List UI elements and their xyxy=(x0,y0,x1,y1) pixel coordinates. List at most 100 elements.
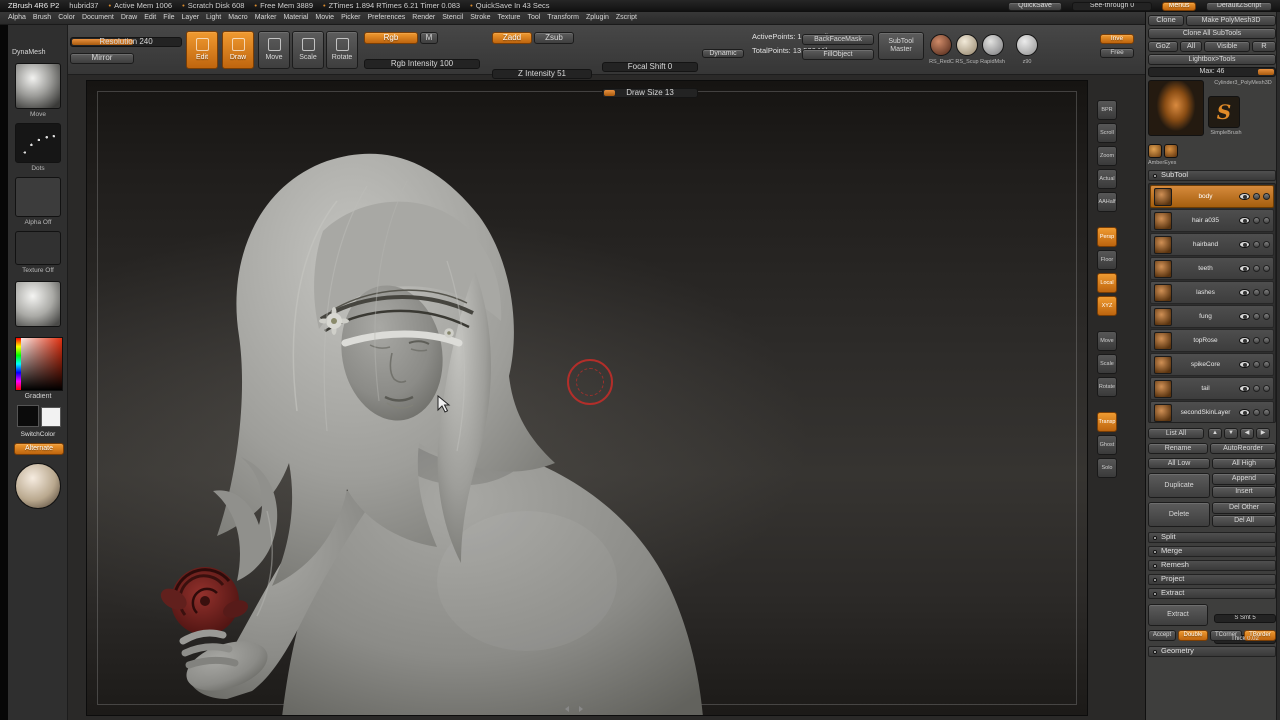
polypaint-icon[interactable] xyxy=(1253,289,1260,296)
s-smt-slider[interactable]: S Smt 5 xyxy=(1214,614,1276,623)
menu-item[interactable]: Material xyxy=(283,14,308,22)
extract-section-header[interactable]: Extract xyxy=(1148,588,1276,599)
subtool-arrow-button[interactable]: ▲ xyxy=(1208,428,1222,439)
zsub-button[interactable]: Zsub xyxy=(534,32,574,44)
subtool-options-icon[interactable] xyxy=(1263,265,1270,272)
lightbox-tools-button[interactable]: Lightbox>Tools xyxy=(1148,54,1276,65)
subtool-row[interactable]: tail xyxy=(1150,377,1274,400)
material-sphere-cream[interactable] xyxy=(956,34,978,56)
visibility-eye-icon[interactable] xyxy=(1239,193,1250,200)
goz-button[interactable]: GoZ xyxy=(1148,41,1178,52)
right-shelf-button[interactable]: Actual xyxy=(1097,169,1117,189)
subtool-options-icon[interactable] xyxy=(1263,193,1270,200)
menu-item[interactable]: Texture xyxy=(497,14,520,22)
subtool-row[interactable]: teeth xyxy=(1150,257,1274,280)
material-sphere-gray[interactable] xyxy=(982,34,1004,56)
polypaint-icon[interactable] xyxy=(1253,409,1260,416)
all-high-button[interactable]: All High xyxy=(1212,458,1276,469)
menu-item[interactable]: Layer xyxy=(182,14,200,22)
subtool-row[interactable]: spikeCore xyxy=(1150,353,1274,376)
inverse-button[interactable]: Inve xyxy=(1100,34,1134,44)
menu-item[interactable]: Color xyxy=(58,14,75,22)
subtool-row[interactable]: hair a035 xyxy=(1150,209,1274,232)
polypaint-icon[interactable] xyxy=(1253,217,1260,224)
texture-thumbnail[interactable] xyxy=(15,231,61,265)
menu-item[interactable]: Render xyxy=(412,14,435,22)
right-shelf-button[interactable]: AAHalf xyxy=(1097,192,1117,212)
menu-item[interactable]: Picker xyxy=(341,14,360,22)
current-tool-thumbnail[interactable] xyxy=(1148,80,1204,136)
subtool-section-header[interactable]: SubTool xyxy=(1148,170,1276,181)
resolution-slider[interactable]: Resolution 240 xyxy=(70,37,182,47)
brush-thumbnail[interactable] xyxy=(15,63,61,109)
remesh-section-header[interactable]: Remesh xyxy=(1148,560,1276,571)
project-section-header[interactable]: Project xyxy=(1148,574,1276,585)
zadd-button[interactable]: Zadd xyxy=(492,32,532,44)
polypaint-icon[interactable] xyxy=(1253,313,1260,320)
duplicate-button[interactable]: Duplicate xyxy=(1148,473,1210,498)
all-low-button[interactable]: All Low xyxy=(1148,458,1210,469)
rgb-button[interactable]: Rgb xyxy=(364,32,418,44)
goz-r-button[interactable]: R xyxy=(1252,41,1276,52)
material-sphere-z90[interactable] xyxy=(1016,34,1038,56)
goz-visible-button[interactable]: Visible xyxy=(1204,41,1250,52)
right-shelf-button[interactable]: Solo xyxy=(1097,458,1117,478)
zbrush-s-logo-thumbnail[interactable]: S xyxy=(1208,96,1240,128)
insert-button[interactable]: Insert xyxy=(1212,486,1276,498)
right-shelf-button[interactable]: Scale xyxy=(1097,354,1117,374)
z-intensity-slider[interactable]: Z Intensity 51 xyxy=(492,69,592,79)
visibility-eye-icon[interactable] xyxy=(1239,385,1250,392)
append-button[interactable]: Append xyxy=(1212,473,1276,485)
rename-button[interactable]: Rename xyxy=(1148,443,1208,454)
dynamic-button[interactable]: Dynamic xyxy=(702,49,744,58)
visibility-eye-icon[interactable] xyxy=(1239,265,1250,272)
menu-item[interactable]: Draw xyxy=(121,14,137,22)
menu-item[interactable]: Edit xyxy=(144,14,156,22)
autoreorder-button[interactable]: AutoReorder xyxy=(1210,443,1276,454)
backfacemask-button[interactable]: BackFaceMask xyxy=(802,34,874,45)
right-shelf-button[interactable]: Persp xyxy=(1097,227,1117,247)
right-shelf-button[interactable]: Transp xyxy=(1097,412,1117,432)
switchcolor-label[interactable]: SwitchColor xyxy=(10,431,66,438)
alpha-thumbnail[interactable] xyxy=(15,177,61,217)
focal-shift-slider[interactable]: Focal Shift 0 xyxy=(602,62,698,72)
visibility-eye-icon[interactable] xyxy=(1239,409,1250,416)
draw-size-slider[interactable]: Draw Size 13 xyxy=(602,88,698,98)
split-section-header[interactable]: Split xyxy=(1148,532,1276,543)
subtool-row[interactable]: body xyxy=(1150,185,1274,208)
color-picker[interactable] xyxy=(15,337,63,391)
secondary-color-swatch[interactable] xyxy=(41,407,61,427)
menu-item[interactable]: Light xyxy=(206,14,221,22)
delete-button[interactable]: Delete xyxy=(1148,502,1210,527)
subtool-row[interactable]: topRose xyxy=(1150,329,1274,352)
subtool-master-button[interactable]: SubToolMaster xyxy=(878,32,924,60)
subtool-options-icon[interactable] xyxy=(1263,409,1270,416)
polypaint-icon[interactable] xyxy=(1253,193,1260,200)
right-shelf-button[interactable]: Scroll xyxy=(1097,123,1117,143)
see-through-slider[interactable]: See-through 0 xyxy=(1072,2,1152,11)
material-thumbnail[interactable] xyxy=(15,281,61,327)
fillobject-button[interactable]: FillObject xyxy=(802,49,874,60)
list-all-button[interactable]: List All xyxy=(1148,428,1204,439)
accept-button[interactable]: Accept xyxy=(1148,630,1176,641)
subtool-options-icon[interactable] xyxy=(1263,385,1270,392)
move-button[interactable]: Move xyxy=(258,31,290,69)
menu-item[interactable]: Tool xyxy=(527,14,540,22)
canvas-bottom-scroller[interactable] xyxy=(553,705,595,712)
mirror-button[interactable]: Mirror xyxy=(70,53,134,64)
rgb-intensity-slider[interactable]: Rgb Intensity 100 xyxy=(364,59,480,69)
polypaint-icon[interactable] xyxy=(1253,385,1260,392)
scale-button[interactable]: Scale xyxy=(292,31,324,69)
menu-item[interactable]: Stroke xyxy=(470,14,490,22)
visibility-eye-icon[interactable] xyxy=(1239,241,1250,248)
panel-scrollbar[interactable] xyxy=(1276,12,1280,720)
freeze-button[interactable]: Free xyxy=(1100,48,1134,58)
make-polymesh3d-button[interactable]: Make PolyMesh3D xyxy=(1186,15,1276,26)
polypaint-icon[interactable] xyxy=(1253,265,1260,272)
stroke-thumbnail[interactable] xyxy=(15,123,61,163)
ambereyes-thumbnail-2[interactable] xyxy=(1164,144,1178,158)
ambereyes-thumbnail-1[interactable] xyxy=(1148,144,1162,158)
menu-item[interactable]: Preferences xyxy=(368,14,406,22)
right-shelf-button[interactable]: Floor xyxy=(1097,250,1117,270)
del-all-button[interactable]: Del All xyxy=(1212,515,1276,527)
